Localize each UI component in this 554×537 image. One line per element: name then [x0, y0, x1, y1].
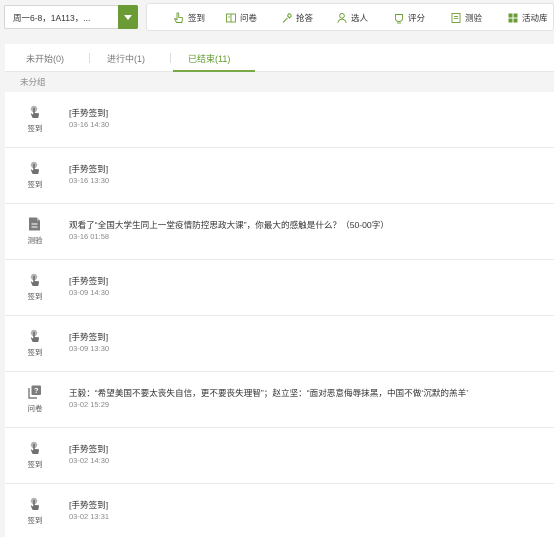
hand-touch-icon	[27, 272, 43, 288]
activity-date: 03-02 14:30	[69, 456, 110, 465]
toolbar-score-button[interactable]: 评分	[393, 9, 425, 27]
toolbar-label: 选人	[351, 13, 369, 23]
tab-divider	[170, 53, 171, 63]
list-item[interactable]: 签到 [手势签到] 03-09 13:30	[5, 316, 554, 372]
activity-title[interactable]: 王毅：“希望美国不要太丧失自信，更不要丧失理智”；赵立坚：“面对恶意侮辱抹黑，中…	[69, 387, 468, 399]
list-item[interactable]: 签到 [手势签到] 03-02 14:30	[5, 428, 554, 484]
activity-title[interactable]: [手势签到]	[69, 275, 108, 287]
activity-type-label: 签到	[27, 292, 43, 301]
activity-type-label: 签到	[27, 348, 43, 357]
tab-divider	[89, 53, 90, 63]
activity-type-label: 签到	[27, 516, 43, 525]
toolbar-activity-library-button[interactable]: 活动库	[507, 9, 548, 27]
hand-touch-icon	[27, 328, 43, 344]
toolbar-quiz-button[interactable]: 测验	[450, 9, 482, 27]
document-icon	[451, 13, 461, 23]
award-icon	[395, 14, 403, 24]
person-icon	[337, 13, 347, 23]
toolbar-label: 活动库	[522, 13, 548, 23]
activity-type-label: 签到	[27, 180, 43, 189]
toolbar-quick-answer-button[interactable]: 抢答	[281, 9, 313, 27]
activity-title[interactable]: [手势签到]	[69, 107, 108, 119]
activity-date: 03-02 13:31	[69, 512, 110, 521]
activity-type-label: 签到	[27, 460, 43, 469]
grid-icon	[508, 13, 518, 23]
book-icon	[226, 13, 236, 23]
toolbar-label: 签到	[188, 13, 206, 23]
list-item[interactable]: 签到 [手势签到] 03-16 14:30	[5, 92, 554, 148]
activity-title[interactable]: 观看了“全国大学生同上一堂疫情防控思政大课”，你最大的感触是什么？（50-00字…	[69, 219, 389, 231]
hand-touch-icon	[27, 160, 43, 176]
hand-icon	[174, 12, 183, 23]
list-item[interactable]: 签到 [手势签到] 03-02 13:31	[5, 484, 554, 537]
list-item[interactable]: ? 问卷 王毅：“希望美国不要太丧失自信，更不要丧失理智”；赵立坚：“面对恶意侮…	[5, 372, 554, 428]
status-tabs: 未开始(0) 进行中(1) 已结束(11)	[5, 44, 554, 72]
list-item[interactable]: 签到 [手势签到] 03-09 14:30	[5, 260, 554, 316]
tab-finished[interactable]: 已结束(11)	[188, 52, 230, 65]
activity-date: 03-16 01:58	[69, 232, 110, 241]
group-title: 未分组	[20, 77, 46, 87]
tab-not-started[interactable]: 未开始(0)	[26, 52, 64, 65]
list-item[interactable]: 测验 观看了“全国大学生同上一堂疫情防控思政大课”，你最大的感触是什么？（50-…	[5, 204, 554, 260]
activity-type-label: 测验	[27, 236, 43, 245]
activity-toolbar: 签到 问卷 抢答 选人 评分 测验 活动库	[146, 3, 554, 31]
toolbar-survey-button[interactable]: 问卷	[225, 9, 257, 27]
activity-type-label: 签到	[27, 124, 43, 133]
toolbar-signin-button[interactable]: 签到	[173, 9, 205, 27]
toolbar-pick-button[interactable]: 选人	[336, 9, 368, 27]
toolbar-label: 测验	[465, 13, 483, 23]
group-header: 未分组	[5, 72, 554, 92]
activity-date: 03-02 15:29	[69, 400, 110, 409]
toolbar-label: 抢答	[296, 13, 314, 23]
activity-panel: 未开始(0) 进行中(1) 已结束(11) 未分组 签到 [手势签到] 03-1…	[5, 44, 554, 537]
hand-touch-icon	[27, 104, 43, 120]
top-bar: 周一6-8，1A113，... 签到 问卷 抢答 选人 评分 测验 活动库	[0, 0, 554, 36]
wrench-icon	[282, 13, 292, 23]
svg-text:?: ?	[34, 386, 39, 395]
activity-title[interactable]: [手势签到]	[69, 499, 108, 511]
toolbar-label: 评分	[408, 13, 426, 23]
question-icon: ?	[27, 384, 43, 400]
toolbar-label: 问卷	[240, 13, 258, 23]
hand-touch-icon	[27, 440, 43, 456]
activity-date: 03-09 13:30	[69, 344, 110, 353]
activity-date: 03-09 14:30	[69, 288, 110, 297]
activity-title[interactable]: [手势签到]	[69, 163, 108, 175]
hand-touch-icon	[27, 496, 43, 512]
activity-date: 03-16 14:30	[69, 120, 110, 129]
activity-date: 03-16 13:30	[69, 176, 110, 185]
activity-title[interactable]: [手势签到]	[69, 331, 108, 343]
quiz-icon	[27, 216, 43, 232]
course-select[interactable]: 周一6-8，1A113，...	[4, 5, 138, 29]
activity-title[interactable]: [手势签到]	[69, 443, 108, 455]
course-select-value: 周一6-8，1A113，...	[13, 13, 91, 23]
activity-type-label: 问卷	[27, 404, 43, 413]
tab-in-progress[interactable]: 进行中(1)	[107, 52, 145, 65]
chevron-down-icon[interactable]	[118, 5, 138, 29]
list-item[interactable]: 签到 [手势签到] 03-16 13:30	[5, 148, 554, 204]
